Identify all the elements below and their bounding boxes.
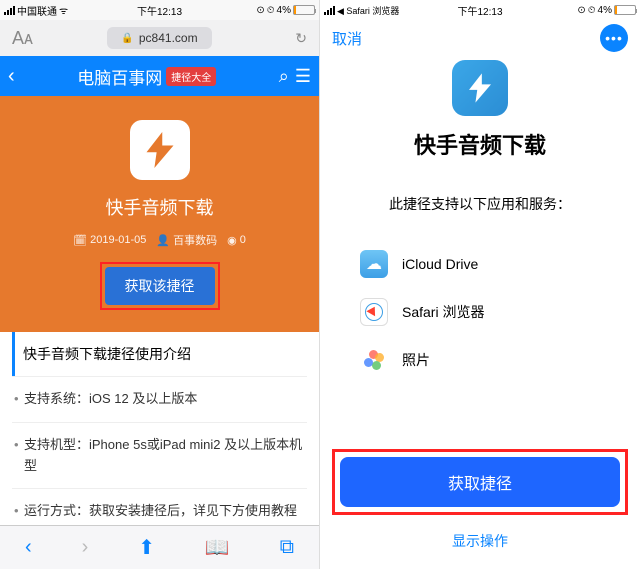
alarm-icon: ⊙ bbox=[577, 5, 585, 16]
browser-url-bar[interactable]: Aᴀ 🔒 pc841.com ↻ bbox=[0, 20, 319, 56]
cancel-button[interactable]: 取消 bbox=[332, 28, 362, 49]
safari-toolbar: ‹ › ⬆︎ 📖 ⧉ bbox=[0, 525, 319, 569]
status-time: 下午12:13 bbox=[457, 3, 502, 18]
get-button-highlight: 获取该捷径 bbox=[100, 262, 220, 310]
app-label: 照片 bbox=[402, 350, 430, 370]
alarm-icon: ⊙ bbox=[256, 5, 264, 16]
get-button-highlight: 获取捷径 bbox=[332, 449, 628, 515]
shortcut-logo bbox=[130, 120, 190, 180]
shortcuts-nav: 取消 ••• bbox=[320, 20, 640, 56]
hero-meta: 🗓2019-01-05 👤百事数码 ◉0 bbox=[0, 232, 319, 248]
icloud-icon: ☁ bbox=[360, 250, 388, 278]
carrier-label: 中国联通 bbox=[17, 3, 57, 18]
url-field[interactable]: 🔒 pc841.com bbox=[107, 27, 211, 49]
url-text: pc841.com bbox=[139, 31, 198, 45]
bottom-actions: 获取捷径 显示操作 bbox=[320, 449, 640, 557]
lock-icon: 🔒 bbox=[121, 33, 133, 44]
supported-apps: ☁ iCloud Drive Safari 浏览器 照片 bbox=[320, 240, 640, 384]
reader-toggle-icon[interactable]: Aᴀ bbox=[12, 28, 33, 49]
list-item: 支持系统：iOS 12 及以上版本 bbox=[12, 376, 307, 422]
back-icon[interactable]: ‹ bbox=[8, 65, 15, 88]
app-label: iCloud Drive bbox=[402, 256, 478, 272]
site-name[interactable]: 电脑百事网 bbox=[77, 64, 162, 89]
show-actions-link[interactable]: 显示操作 bbox=[332, 525, 628, 557]
tabs-icon[interactable]: ⧉ bbox=[280, 536, 294, 559]
left-screen: 中国联通 ᯤ 下午12:13 ⊙ ⏲ 4% Aᴀ 🔒 pc841.com ↻ ‹… bbox=[0, 0, 320, 569]
battery-icon bbox=[614, 5, 636, 15]
nav-forward-icon: › bbox=[82, 536, 89, 559]
support-text: 此捷径支持以下应用和服务： bbox=[320, 180, 640, 240]
battery-percent: 4% bbox=[598, 5, 612, 16]
nav-back-icon[interactable]: ‹ bbox=[25, 536, 32, 559]
safari-icon bbox=[360, 298, 388, 326]
hero-title: 快手音频下载 bbox=[0, 194, 319, 220]
author-icon: 👤 bbox=[156, 234, 170, 247]
reload-icon[interactable]: ↻ bbox=[295, 30, 307, 47]
article-heading: 快手音频下载捷径使用介绍 bbox=[12, 332, 307, 376]
shortcut-title: 快手音频下载 bbox=[320, 128, 640, 160]
menu-icon[interactable]: ☰ bbox=[295, 66, 311, 87]
right-screen: ◀ Safari 浏览器 下午12:13 ⊙ ⏲ 4% 取消 ••• 快手音频下… bbox=[320, 0, 640, 569]
bookmarks-icon[interactable]: 📖 bbox=[205, 535, 230, 560]
breadcrumb-app[interactable]: ◀ Safari 浏览器 bbox=[337, 4, 399, 17]
more-button[interactable]: ••• bbox=[600, 24, 628, 52]
status-bar-right: ◀ Safari 浏览器 下午12:13 ⊙ ⏲ 4% bbox=[320, 0, 640, 20]
signal-icon bbox=[4, 6, 15, 15]
status-time: 下午12:13 bbox=[137, 3, 182, 18]
shortcut-icon bbox=[452, 60, 508, 116]
get-shortcut-button[interactable]: 获取捷径 bbox=[340, 457, 620, 507]
hero-section: 快手音频下载 🗓2019-01-05 👤百事数码 ◉0 获取该捷径 bbox=[0, 96, 319, 332]
alarm2-icon: ⏲ bbox=[267, 5, 275, 16]
status-bar-left: 中国联通 ᯤ 下午12:13 ⊙ ⏲ 4% bbox=[0, 0, 319, 20]
views-icon: ◉ bbox=[227, 234, 237, 247]
app-icloud: ☁ iCloud Drive bbox=[360, 240, 600, 288]
app-photos: 照片 bbox=[360, 336, 600, 384]
share-icon[interactable]: ⬆︎ bbox=[138, 535, 155, 560]
battery-icon bbox=[293, 5, 315, 15]
battery-percent: 4% bbox=[277, 5, 291, 16]
site-header: ‹ 电脑百事网 捷径大全 ⌕ ☰ bbox=[0, 56, 319, 96]
get-shortcut-button[interactable]: 获取该捷径 bbox=[105, 267, 215, 305]
alarm2-icon: ⏲ bbox=[588, 5, 596, 16]
app-label: Safari 浏览器 bbox=[402, 302, 484, 322]
calendar-icon: 🗓 bbox=[73, 234, 87, 247]
shortcut-hero: 快手音频下载 bbox=[320, 56, 640, 180]
wifi-icon: ᯤ bbox=[59, 3, 68, 17]
site-badge[interactable]: 捷径大全 bbox=[166, 67, 216, 86]
search-icon[interactable]: ⌕ bbox=[279, 66, 289, 87]
app-safari: Safari 浏览器 bbox=[360, 288, 600, 336]
signal-icon bbox=[324, 6, 335, 15]
list-item: 支持机型：iPhone 5s或iPad mini2 及以上版本机型 bbox=[12, 422, 307, 489]
photos-icon bbox=[360, 346, 388, 374]
